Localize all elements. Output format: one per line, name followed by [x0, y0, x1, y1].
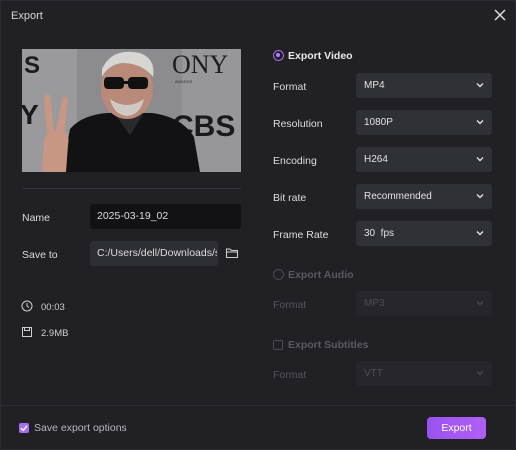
audio-format-select: MP3	[356, 291, 492, 316]
chevron-down-icon	[476, 194, 484, 199]
export-video-title[interactable]: Export Video	[288, 50, 353, 62]
thumb-text-ony: ONY	[172, 50, 229, 79]
framerate-label: Frame Rate	[273, 229, 329, 241]
save-options-label: Save export options	[34, 422, 127, 434]
format-label: Format	[273, 81, 307, 93]
save-path-input[interactable]: C:/Users/dell/Downloads/sub	[90, 241, 218, 266]
framerate-value: 30 fps	[364, 228, 395, 239]
duration-value: 00:03	[41, 302, 65, 313]
export-button[interactable]: Export	[427, 417, 486, 439]
chevron-down-icon	[476, 83, 484, 88]
subtitles-format-value: VTT	[364, 368, 383, 379]
name-label: Name	[22, 212, 51, 224]
export-subtitles-checkbox[interactable]	[273, 340, 283, 350]
chevron-down-icon	[476, 231, 484, 236]
resolution-select[interactable]: 1080P	[356, 110, 492, 135]
chevron-down-icon	[476, 157, 484, 162]
folder-icon[interactable]	[225, 246, 239, 260]
resolution-value: 1080P	[364, 117, 393, 128]
title-bar: Export	[1, 1, 516, 31]
thumb-text-y: Y	[22, 99, 39, 130]
encoding-select[interactable]: H264	[356, 147, 492, 172]
footer-divider	[1, 405, 515, 406]
close-icon[interactable]	[492, 7, 508, 23]
bitrate-value: Recommended	[364, 191, 432, 202]
export-audio-radio[interactable]	[273, 269, 284, 280]
bitrate-select[interactable]: Recommended	[356, 184, 492, 209]
chevron-down-icon	[476, 301, 484, 306]
dialog-title: Export	[11, 10, 43, 22]
thumb-text-s: S	[24, 52, 40, 79]
format-select[interactable]: MP4	[356, 73, 492, 98]
save-to-label: Save to	[22, 249, 58, 261]
subtitles-format-label: Format	[273, 369, 307, 381]
export-dialog: Export S ONY AWARDS CBS Y Name 2025-03-1…	[0, 0, 516, 450]
export-video-radio[interactable]	[273, 50, 284, 61]
export-audio-title[interactable]: Export Audio	[288, 269, 354, 281]
framerate-select[interactable]: 30 fps	[356, 221, 492, 246]
bitrate-label: Bit rate	[273, 192, 307, 204]
file-size-icon	[22, 327, 32, 337]
export-subtitles-title[interactable]: Export Subtitles	[288, 339, 369, 351]
clock-icon	[21, 300, 33, 312]
audio-format-label: Format	[273, 299, 307, 311]
name-input[interactable]: 2025-03-19_02	[90, 204, 241, 229]
chevron-down-icon	[476, 371, 484, 376]
thumb-text-awards: AWARDS	[175, 79, 193, 84]
chevron-down-icon	[476, 120, 484, 125]
thumbnail-image: S ONY AWARDS CBS Y	[22, 49, 241, 172]
video-thumbnail: S ONY AWARDS CBS Y	[22, 49, 241, 172]
encoding-value: H264	[364, 154, 388, 165]
encoding-label: Encoding	[273, 155, 317, 167]
left-divider	[22, 188, 241, 189]
audio-format-value: MP3	[364, 298, 385, 309]
checkmark-icon	[20, 425, 28, 432]
save-options-checkbox[interactable]	[19, 423, 29, 433]
format-value: MP4	[364, 80, 385, 91]
subtitles-format-select: VTT	[356, 361, 492, 386]
resolution-label: Resolution	[273, 118, 323, 130]
file-size-value: 2.9MB	[41, 328, 69, 339]
